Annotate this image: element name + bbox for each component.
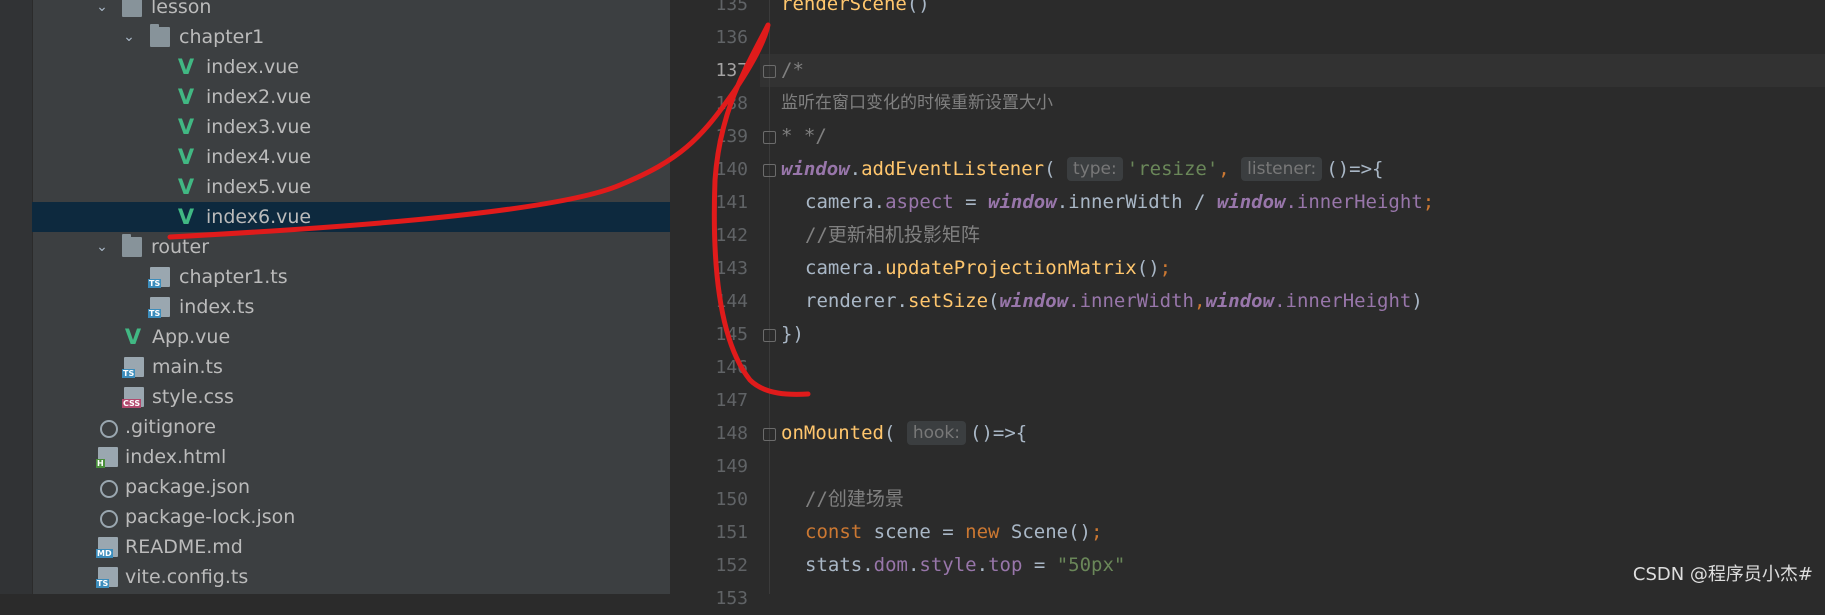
indent-guide — [769, 0, 770, 594]
tree-item-file[interactable]: CSS style.css — [32, 382, 670, 412]
line-number: 152 — [715, 555, 748, 576]
code-line: const scene = new Scene(); — [805, 521, 1103, 543]
tool-window-stripe — [0, 0, 33, 594]
tree-item-file[interactable]: V App.vue — [32, 322, 670, 352]
tree-item-router[interactable]: ⌄ router — [32, 232, 670, 262]
markdown-file-icon: MD — [96, 537, 118, 558]
tree-item-file[interactable]: MD README.md — [32, 532, 670, 562]
line-number: 149 — [715, 456, 748, 477]
code-line: 监听在窗口变化的时候重新设置大小 — [781, 93, 1053, 113]
tree-item-file[interactable]: TS main.ts — [32, 352, 670, 382]
tree-item-chapter1[interactable]: ⌄ chapter1 — [32, 22, 670, 52]
tree-item-file[interactable]: V index2.vue — [32, 82, 670, 112]
config-file-icon — [100, 420, 118, 438]
parameter-hint: type: — [1067, 157, 1123, 181]
tree-item-file[interactable]: V index.vue — [32, 52, 670, 82]
fold-marker-icon[interactable] — [763, 131, 776, 144]
code-line: stats.dom.style.top = "50px" — [805, 554, 1126, 576]
tree-item-file[interactable]: TS index.ts — [32, 292, 670, 322]
code-line: window.addEventListener( type:'resize', … — [781, 157, 1384, 181]
code-line: renderScene() — [781, 0, 930, 15]
vue-file-icon: V — [177, 175, 195, 199]
line-number: 144 — [715, 291, 748, 312]
line-number: 135 — [715, 0, 748, 15]
tree-item-file[interactable]: .gitignore — [32, 412, 670, 442]
config-file-icon — [100, 510, 118, 528]
current-line-highlight — [760, 54, 1825, 87]
code-line: //更新相机投影矩阵 — [805, 224, 980, 246]
line-number: 140 — [715, 159, 748, 180]
chevron-down-icon[interactable]: ⌄ — [92, 232, 112, 262]
vue-file-icon: V — [177, 55, 195, 79]
line-number: 148 — [715, 423, 748, 444]
line-number: 145 — [715, 324, 748, 345]
typescript-file-icon: TS — [96, 567, 118, 588]
fold-marker-icon[interactable] — [763, 329, 776, 342]
fold-marker-icon[interactable] — [763, 65, 776, 78]
code-line: onMounted( hook: ()=>{ — [781, 421, 1028, 445]
line-number: 142 — [715, 225, 748, 246]
tree-item-file[interactable]: TS vite.config.ts — [32, 562, 670, 592]
folder-icon — [122, 234, 142, 257]
code-line: //创建场景 — [805, 488, 904, 510]
line-number: 136 — [715, 27, 748, 48]
project-tree-panel: ⌄ lesson ⌄ chapter1 V index.vue V index2… — [0, 0, 670, 594]
chevron-down-icon[interactable]: ⌄ — [119, 22, 139, 52]
line-number: 153 — [715, 588, 748, 609]
parameter-hint: listener: — [1241, 157, 1323, 181]
folder-icon — [150, 24, 170, 47]
line-number: 138 — [715, 93, 748, 114]
code-line: * */ — [781, 125, 827, 147]
line-number: 151 — [715, 522, 748, 543]
typescript-file-icon: TS — [148, 297, 170, 318]
vue-file-icon: V — [177, 205, 195, 229]
vue-file-icon: V — [177, 115, 195, 139]
chevron-down-icon[interactable]: ⌄ — [92, 0, 112, 22]
vue-file-icon: V — [124, 325, 142, 349]
watermark: CSDN @程序员小杰# — [1632, 564, 1813, 585]
line-number: 146 — [715, 357, 748, 378]
parameter-hint: hook: — [906, 421, 967, 445]
line-number: 150 — [715, 489, 748, 510]
css-file-icon: CSS — [122, 387, 144, 408]
code-line: camera.updateProjectionMatrix(); — [805, 257, 1172, 279]
tree-item-file[interactable]: package.json — [32, 472, 670, 502]
typescript-file-icon: TS — [148, 267, 170, 288]
code-line: }) — [781, 323, 804, 345]
tree-item-file[interactable]: V index4.vue — [32, 142, 670, 172]
line-number-current: 137 — [715, 60, 748, 81]
tree-item-file-selected[interactable]: V index6.vue — [32, 202, 670, 232]
tree-item-file[interactable]: H index.html — [32, 442, 670, 472]
html-file-icon: H — [96, 447, 118, 468]
line-number: 141 — [715, 192, 748, 213]
fold-marker-icon[interactable] — [763, 428, 776, 441]
tree-item-file[interactable]: V index3.vue — [32, 112, 670, 142]
vue-file-icon: V — [177, 85, 195, 109]
code-line: renderer.setSize(window.innerWidth,windo… — [805, 290, 1423, 312]
code-line: camera.aspect = window.innerWidth / wind… — [805, 191, 1435, 213]
fold-marker-icon[interactable] — [763, 164, 776, 177]
tree-item-file[interactable]: package-lock.json — [32, 502, 670, 532]
vue-file-icon: V — [177, 145, 195, 169]
folder-icon — [122, 0, 142, 17]
tree-item-lesson[interactable]: ⌄ lesson — [32, 0, 670, 22]
code-line: /* — [781, 59, 804, 81]
code-editor[interactable]: 135 136 137 138 139 140 141 142 143 144 … — [670, 0, 1825, 609]
tree-item-file[interactable]: V index5.vue — [32, 172, 670, 202]
line-number: 139 — [715, 126, 748, 147]
tree-item-file[interactable]: TS chapter1.ts — [32, 262, 670, 292]
config-file-icon — [100, 480, 118, 498]
line-number: 147 — [715, 390, 748, 411]
line-number: 143 — [715, 258, 748, 279]
typescript-file-icon: TS — [122, 357, 144, 378]
